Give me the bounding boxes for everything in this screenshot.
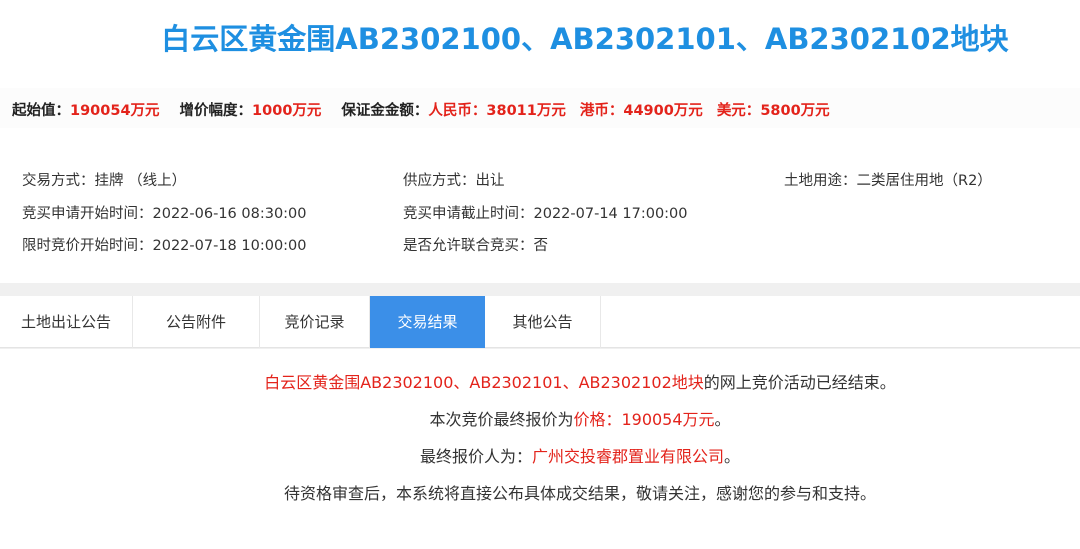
result-panel: 白云区黄金围AB2302100、AB2302101、AB2302102地块的网上… [0, 364, 1080, 512]
apply-start-value: 2022-06-16 08:30:00 [152, 206, 307, 222]
usd-label: 美元： [716, 103, 761, 119]
land-use: 土地用途：二类居住用地（R2） [784, 169, 992, 190]
bid-start-value: 2022-07-18 10:00:00 [152, 238, 307, 254]
trade-mode-value: 挂牌 （线上） [94, 173, 187, 189]
result-line-4: 待资格审查后，本系统将直接公布具体成交结果，敬请关注，感谢您的参与和支持。 [283, 484, 876, 503]
winning-bidder: 广州交投睿郡置业有限公司 [531, 447, 724, 466]
apply-start: 竞买申请开始时间：2022-06-16 08:30:00 [22, 202, 307, 223]
land-use-value: 二类居住用地（R2） [856, 173, 992, 189]
result-line-2-suffix: 。 [714, 410, 731, 429]
usd-value: 5800万元 [760, 103, 830, 119]
increment-label: 增价幅度： [179, 103, 253, 119]
tab-attachments[interactable]: 公告附件 [133, 296, 260, 348]
hkd-value: 44900万元 [623, 103, 703, 119]
tab-trade-result[interactable]: 交易结果 [370, 296, 485, 348]
tab-land-notice[interactable]: 土地出让公告 [0, 296, 133, 348]
result-line-3-suffix: 。 [724, 447, 741, 466]
result-line-2: 本次竞价最终报价为价格：190054万元。 [0, 401, 1080, 438]
apply-end-value: 2022-07-14 17:00:00 [533, 206, 688, 222]
bid-start-label: 限时竞价开始时间： [22, 238, 153, 254]
joint-bid: 是否允许联合竞买：否 [403, 234, 548, 255]
bid-start: 限时竞价开始时间：2022-07-18 10:00:00 [22, 234, 307, 255]
start-price-value: 190054万元 [70, 103, 160, 119]
result-line-3: 最终报价人为：广州交投睿郡置业有限公司。 [0, 438, 1080, 475]
apply-end: 竞买申请截止时间：2022-07-14 17:00:00 [403, 202, 688, 223]
tab-other-notices[interactable]: 其他公告 [485, 296, 601, 348]
joint-bid-value: 否 [533, 238, 549, 254]
price-summary: 起始值：190054万元 增价幅度：1000万元 保证金金额：人民币：38011万元… [12, 99, 830, 120]
result-line-1: 白云区黄金围AB2302100、AB2302101、AB2302102地块的网上… [0, 364, 1080, 401]
supply-mode-value: 出让 [475, 173, 505, 189]
title-bar: 白云区黄金围AB2302100、AB2302101、AB2302102地块 [0, 0, 1080, 88]
joint-bid-label: 是否允许联合竞买： [403, 238, 534, 254]
trade-mode-label: 交易方式： [22, 173, 95, 189]
increment-value: 1000万元 [252, 103, 322, 119]
tab-bid-records[interactable]: 竞价记录 [260, 296, 370, 348]
result-line-2-prefix: 本次竞价最终报价为 [429, 410, 574, 429]
apply-start-label: 竞买申请开始时间： [22, 206, 153, 222]
final-price: 价格：190054万元 [573, 410, 715, 429]
page-title: 白云区黄金围AB2302100、AB2302101、AB2302102地块 [161, 22, 1009, 56]
tab-bar: 土地出让公告 公告附件 竞价记录 交易结果 其他公告 [0, 296, 1080, 348]
result-parcel-name: 白云区黄金围AB2302100、AB2302101、AB2302102地块 [264, 373, 704, 392]
deposit-label: 保证金金额： [341, 103, 429, 119]
result-line-3-prefix: 最终报价人为： [419, 447, 532, 466]
start-price-label: 起始值： [12, 103, 70, 119]
rmb-label: 人民币： [428, 103, 487, 119]
supply-mode-label: 供应方式： [403, 173, 476, 189]
rmb-value: 38011万元 [486, 103, 566, 119]
trade-mode: 交易方式：挂牌 （线上） [22, 169, 186, 190]
hkd-label: 港币： [579, 103, 624, 119]
apply-end-label: 竞买申请截止时间： [403, 206, 534, 222]
result-line-1-text: 的网上竞价活动已经结束。 [703, 373, 896, 392]
supply-mode: 供应方式：出让 [403, 169, 505, 190]
land-use-label: 土地用途： [784, 173, 857, 189]
